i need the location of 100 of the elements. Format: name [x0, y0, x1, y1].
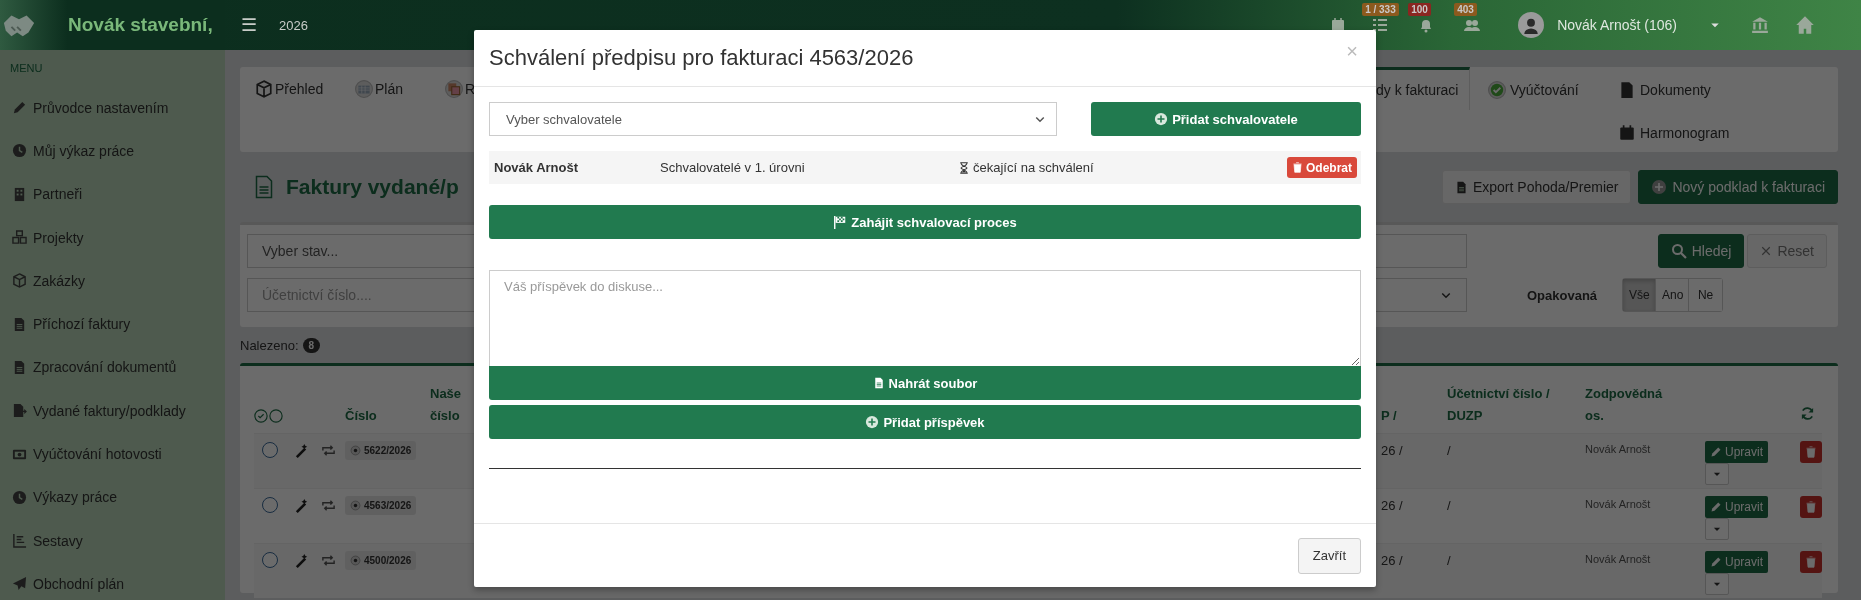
- edit-button[interactable]: Upravit: [1705, 441, 1768, 463]
- remove-button[interactable]: Odebrat: [1287, 157, 1357, 178]
- search-button[interactable]: Hledej: [1657, 234, 1745, 268]
- calendar-button[interactable]: [1330, 17, 1347, 33]
- paper-plane-icon: [12, 576, 27, 592]
- check-circle-icon: [254, 409, 268, 423]
- trash-icon: [1805, 556, 1817, 568]
- bank-icon: [1751, 16, 1769, 34]
- approval-status: čekající na schválení: [958, 160, 1287, 175]
- document-icon: [1618, 81, 1636, 99]
- sidebar-item[interactable]: Příchozí faktury: [12, 302, 225, 346]
- eye-icon: [350, 500, 361, 511]
- table-cell-text: /: [1447, 552, 1452, 570]
- approval-level: Schvalovatelé v 1. úrovni: [660, 160, 806, 175]
- radio-button[interactable]: [262, 552, 278, 568]
- magic-wand-icon: [294, 553, 309, 568]
- export-button[interactable]: Export Pohoda/Premier: [1441, 170, 1632, 204]
- edit-button[interactable]: Upravit: [1705, 551, 1768, 573]
- brand-name: Novák stavební,: [68, 14, 213, 36]
- radio-button[interactable]: [262, 442, 278, 458]
- dropdown-button[interactable]: [1705, 573, 1729, 595]
- results-label: Nalezeno:: [240, 337, 299, 353]
- table-cell-text: Novák Arnošt: [1585, 552, 1652, 567]
- approver-select[interactable]: Vyber schvalovatele: [489, 102, 1057, 136]
- sidebar-item[interactable]: Výkazy práce: [12, 475, 225, 519]
- edit-button[interactable]: Upravit: [1705, 496, 1768, 518]
- repeat-label: Opakovaná: [1527, 287, 1598, 303]
- calendar-grid-icon: [355, 80, 373, 98]
- discussion-field[interactable]: Váš příspěvek do diskuse...: [489, 270, 1361, 366]
- table-cell-text: 26 /: [1381, 442, 1404, 460]
- document-arrow-icon: [12, 403, 27, 419]
- invoice-number-badge[interactable]: 5622/2026: [345, 441, 417, 460]
- table-cell-text: Novák Arnošt: [1585, 497, 1652, 512]
- eye-icon: [350, 555, 361, 566]
- sidebar-item[interactable]: Vyúčtování hotovosti: [12, 432, 225, 476]
- tab[interactable]: Harmonogram: [1600, 110, 1750, 152]
- bank-button[interactable]: [1751, 16, 1769, 34]
- column-header: Číslo: [345, 407, 378, 425]
- sidebar-item[interactable]: Sestavy: [12, 518, 225, 563]
- trash-icon: [1292, 162, 1303, 173]
- tab[interactable]: Dokumenty: [1600, 67, 1750, 110]
- add-approver-button[interactable]: Přidat schvalovatele: [1091, 102, 1361, 136]
- circle-icon: [269, 409, 283, 423]
- close-dialog-button[interactable]: Zavřít: [1297, 537, 1361, 574]
- document-icon: [872, 376, 885, 390]
- start-process-button[interactable]: Zahájit schvalovací proces: [489, 205, 1361, 239]
- magic-wand-icon: [294, 443, 309, 458]
- trash-icon: [1805, 501, 1817, 513]
- menu-heading: MENU: [10, 62, 44, 76]
- bar-list-icon: [12, 533, 27, 549]
- trash-icon: [1805, 446, 1817, 458]
- close-button[interactable]: ×: [1343, 40, 1361, 63]
- count-badge: 8: [302, 337, 321, 353]
- table-stack-icon: [445, 80, 463, 98]
- tasks-icon: [1372, 17, 1389, 33]
- repeat-icon: [321, 443, 336, 458]
- tab[interactable]: Vyúčtování: [1470, 67, 1600, 110]
- column-header: P /: [1381, 407, 1398, 425]
- home-button[interactable]: [1795, 15, 1815, 35]
- tab[interactable]: Přehled: [255, 77, 355, 101]
- dialog-title: Schválení předpisu pro fakturaci 4563/2026: [489, 45, 914, 71]
- sidebar-item[interactable]: Zpracování dokumentů: [12, 345, 225, 390]
- invoice-number-badge[interactable]: 4563/2026: [345, 496, 417, 515]
- magic-wand-icon: [294, 498, 309, 513]
- invoice-number-badge[interactable]: 4500/2026: [345, 551, 417, 570]
- menu-button[interactable]: ☰: [241, 14, 257, 36]
- tab[interactable]: Plán: [355, 77, 445, 101]
- sidebar-item[interactable]: Zakázky: [12, 259, 225, 303]
- approver-name: Novák Arnošt: [494, 160, 580, 175]
- cube-icon: [255, 80, 273, 98]
- delete-button[interactable]: [1800, 551, 1822, 573]
- delete-button[interactable]: [1800, 441, 1822, 463]
- plus-circle-icon: [865, 415, 880, 429]
- sidebar-item[interactable]: Obchodní plán: [12, 562, 225, 600]
- radio-button[interactable]: [262, 497, 278, 513]
- calendar-icon: [1618, 123, 1636, 142]
- sidebar-item[interactable]: Vydané faktury/podklady: [12, 389, 225, 433]
- sidebar-item[interactable]: Projekty: [12, 215, 225, 260]
- clock-icon: [12, 489, 27, 505]
- repeat-icon: [321, 553, 336, 568]
- sidebar-item[interactable]: Průvodce nastavením: [12, 86, 225, 130]
- add-post-button[interactable]: Přidat příspěvek: [489, 405, 1361, 439]
- toggle-option[interactable]: Vše: [1623, 279, 1657, 311]
- dropdown-button[interactable]: [1705, 518, 1729, 540]
- delete-button[interactable]: [1800, 496, 1822, 518]
- sidebar-item[interactable]: Partneři: [12, 172, 225, 216]
- flag-icon: [833, 215, 848, 229]
- dropdown-button[interactable]: [1705, 463, 1729, 485]
- upload-file-button[interactable]: Nahrát soubor: [489, 366, 1361, 400]
- sidebar-item[interactable]: Můj výkaz práce: [12, 129, 225, 173]
- count-badge: 403: [1454, 3, 1477, 16]
- pencil-icon: [12, 100, 27, 116]
- table-cell-text: /: [1447, 497, 1452, 515]
- column-header: Naše číslo: [430, 385, 463, 425]
- calendar-icon: [1330, 17, 1347, 33]
- table-cell-text: 26 /: [1381, 552, 1404, 570]
- building-icon: [12, 186, 27, 202]
- pencil-icon: [1710, 446, 1722, 458]
- user-name[interactable]: Novák Arnošt (106): [1557, 17, 1677, 33]
- new-invoice-button[interactable]: Nový podklad k fakturaci: [1638, 170, 1838, 204]
